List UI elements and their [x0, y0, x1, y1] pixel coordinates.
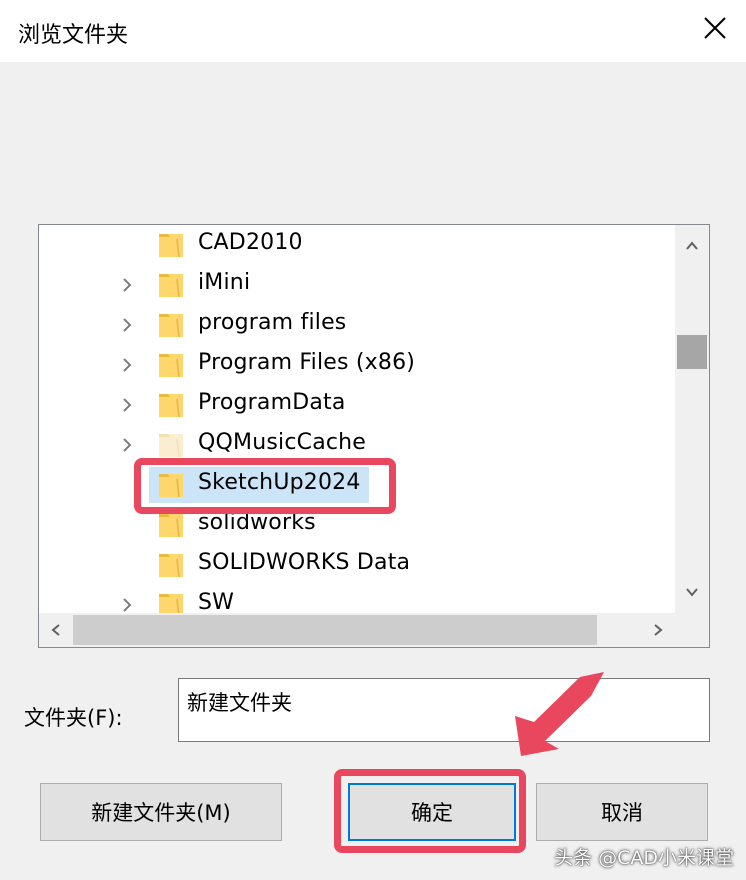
dialog-title: 浏览文件夹: [18, 23, 129, 48]
tree-item-label: CAD2010: [198, 230, 303, 255]
tree-item-label: Program Files (x86): [198, 350, 416, 375]
folder-icon: [159, 274, 183, 298]
tree-item-label: SOLIDWORKS Data: [198, 550, 411, 575]
close-icon[interactable]: [702, 15, 728, 41]
tree-item[interactable]: Program Files (x86): [39, 345, 675, 385]
tree-item-label: ProgramData: [198, 390, 346, 415]
chevron-right-icon[interactable]: [119, 397, 135, 413]
highlight-box-ok-button: [334, 769, 526, 853]
vertical-scroll-thumb[interactable]: [677, 335, 707, 369]
tree-item[interactable]: iMini: [39, 265, 675, 305]
tree-item-label: SW: [198, 590, 235, 615]
folder-name-field[interactable]: 新建文件夹: [178, 678, 710, 742]
folder-icon: [159, 554, 183, 578]
folder-icon: [159, 314, 183, 338]
scroll-left-icon[interactable]: [49, 623, 63, 637]
title-bar: 浏览文件夹: [0, 0, 746, 62]
scroll-down-icon[interactable]: [685, 585, 699, 599]
folder-icon: [159, 354, 183, 378]
chevron-right-icon[interactable]: [119, 597, 135, 613]
folder-icon: [159, 234, 183, 258]
chevron-right-icon[interactable]: [119, 437, 135, 453]
folder-field-label: 文件夹(F):: [24, 706, 123, 730]
tree-item-label: QQMusicCache: [198, 430, 367, 455]
watermark: 头条 @CAD小米课堂: [554, 847, 734, 869]
folder-tree[interactable]: CAD2010 iMini program files Program Files (…: [38, 224, 710, 648]
tree-item[interactable]: ProgramData: [39, 385, 675, 425]
scrollbar-corner: [675, 613, 709, 647]
folder-icon: [159, 394, 183, 418]
chevron-right-icon[interactable]: [119, 357, 135, 373]
tree-item-label: program files: [198, 310, 347, 335]
tree-item-label: iMini: [198, 270, 251, 295]
tree-item[interactable]: CAD2010: [39, 225, 675, 265]
folder-icon: [159, 434, 183, 458]
folder-icon: [159, 514, 183, 538]
scroll-up-icon[interactable]: [685, 239, 699, 253]
chevron-right-icon[interactable]: [119, 317, 135, 333]
horizontal-scroll-thumb[interactable]: [73, 615, 597, 645]
tree-item[interactable]: SOLIDWORKS Data: [39, 545, 675, 585]
scroll-right-icon[interactable]: [651, 623, 665, 637]
highlight-box-selected-folder: [134, 458, 396, 514]
chevron-right-icon[interactable]: [119, 277, 135, 293]
vertical-scrollbar[interactable]: [675, 225, 709, 613]
tree-item[interactable]: program files: [39, 305, 675, 345]
new-folder-button[interactable]: 新建文件夹(M): [40, 783, 282, 841]
cancel-button[interactable]: 取消: [536, 783, 708, 841]
